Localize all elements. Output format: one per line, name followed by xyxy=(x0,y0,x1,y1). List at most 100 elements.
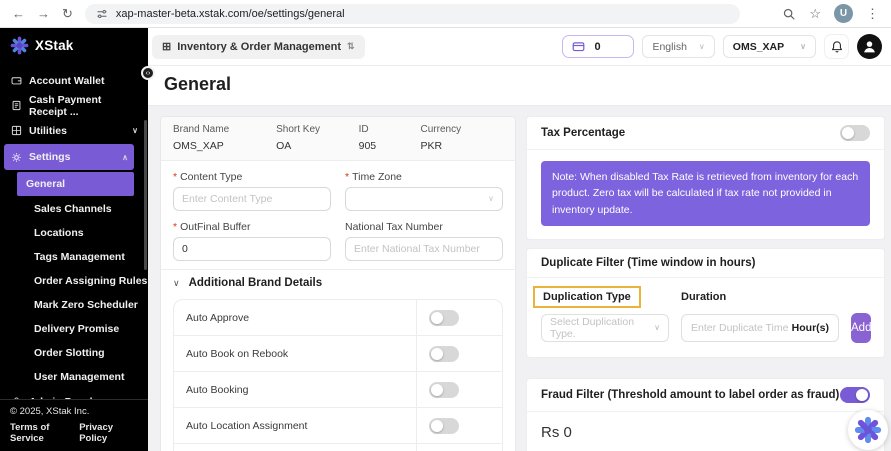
fraud-filter-toggle[interactable] xyxy=(840,387,870,403)
sidebar-scrollbar[interactable] xyxy=(144,120,147,270)
sidebar-footer: © 2025, XStak Inc. Terms of Service Priv… xyxy=(0,399,148,451)
auto-book-on-rebook-toggle[interactable] xyxy=(429,346,459,362)
sidebar-item-admin-panel[interactable]: Admin Panel ∨ xyxy=(0,389,148,399)
required-marker: * xyxy=(173,221,177,233)
tax-percentage-toggle[interactable] xyxy=(840,125,870,141)
time-zone-field: *Time Zone ∨ xyxy=(345,171,503,211)
toggle-label xyxy=(174,444,416,451)
short-key-label: Short Key xyxy=(276,124,359,135)
app-switcher[interactable]: ⊞ Inventory & Order Management ⇅ xyxy=(152,35,365,59)
sidebar-subitem-mark-zero-scheduler[interactable]: Mark Zero Scheduler xyxy=(0,293,148,317)
national-tax-label-text: National Tax Number xyxy=(345,221,443,233)
sidebar-item-label: Settings xyxy=(29,151,70,163)
sidebar-subitem-order-assigning-rules[interactable]: Order Assigning Rules xyxy=(0,269,148,293)
national-tax-input[interactable] xyxy=(345,237,503,261)
content-type-field: *Content Type xyxy=(173,171,331,211)
fraud-filter-card: Fraud Filter (Threshold amount to label … xyxy=(526,378,885,451)
tax-percentage-card: Tax Percentage Note: When disabled Tax R… xyxy=(526,116,885,240)
person-icon xyxy=(861,38,878,55)
toggle-label: Auto Approve xyxy=(174,300,416,335)
refresh-icon[interactable]: ↻ xyxy=(62,7,73,20)
user-avatar[interactable] xyxy=(857,34,882,59)
gear-icon xyxy=(10,152,22,163)
brand-name-value: OMS_XAP xyxy=(173,140,276,152)
time-zone-select[interactable]: ∨ xyxy=(345,187,503,211)
zoom-icon[interactable] xyxy=(782,7,796,21)
sidebar-subitem-order-slotting[interactable]: Order Slotting xyxy=(0,341,148,365)
duration-input-group: Hour(s) xyxy=(681,314,839,342)
sidebar-item-cash-payment-receipt[interactable]: Cash Payment Receipt ... xyxy=(0,93,148,118)
additional-brand-details-title: Additional Brand Details xyxy=(189,277,323,289)
org-value: OMS_XAP xyxy=(733,41,784,53)
sidebar-subitem-sales-channels[interactable]: Sales Channels xyxy=(0,197,148,221)
language-value: English xyxy=(652,41,686,53)
notifications-button[interactable] xyxy=(824,34,849,59)
auto-approve-toggle[interactable] xyxy=(429,310,459,326)
browser-profile-avatar[interactable]: U xyxy=(834,4,853,23)
sidebar-subitem-user-management[interactable]: User Management xyxy=(0,365,148,389)
browser-menu-icon[interactable]: ⋮ xyxy=(866,7,879,20)
sidebar-subitem-locations[interactable]: Locations xyxy=(0,221,148,245)
duration-input[interactable] xyxy=(691,322,788,334)
language-select[interactable]: English ∨ xyxy=(642,35,714,58)
page-title: General xyxy=(148,66,891,106)
brand-name-label: Brand Name xyxy=(173,124,276,135)
sort-arrows-icon: ⇅ xyxy=(347,41,355,52)
xstak-floating-button[interactable] xyxy=(848,410,888,450)
terms-link[interactable]: Terms of Service xyxy=(10,422,79,444)
sidebar-item-account-wallet[interactable]: Account Wallet xyxy=(0,68,148,93)
brand-info-cell: ID 905 xyxy=(359,124,421,152)
xstak-logo-icon xyxy=(10,36,29,55)
duplicate-filter-title: Duplicate Filter (Time window in hours) xyxy=(541,257,755,269)
bookmark-star-icon[interactable]: ☆ xyxy=(809,7,821,20)
main-area: ⊞ Inventory & Order Management ⇅ 0 Engli… xyxy=(148,28,891,451)
page-content: Brand Name OMS_XAP Short Key OA ID 905 C… xyxy=(148,106,891,451)
auto-location-assignment-toggle[interactable] xyxy=(429,418,459,434)
auto-booking-toggle[interactable] xyxy=(429,382,459,398)
outfinal-buffer-input[interactable] xyxy=(173,237,331,261)
forward-icon[interactable]: → xyxy=(37,7,50,20)
chevron-down-icon: ∨ xyxy=(800,42,806,51)
wallet-icon xyxy=(572,40,585,53)
currency-label: Currency xyxy=(421,124,504,135)
duration-label: Duration xyxy=(681,291,870,303)
org-select[interactable]: OMS_XAP ∨ xyxy=(723,35,816,58)
short-key-value: OA xyxy=(276,140,359,152)
brand-info-cell: Brand Name OMS_XAP xyxy=(173,124,276,152)
tax-note: Note: When disabled Tax Rate is retrieve… xyxy=(541,161,870,226)
sidebar-subitem-delivery-promise[interactable]: Delivery Promise xyxy=(0,317,148,341)
time-zone-label: *Time Zone xyxy=(345,171,503,183)
privacy-link[interactable]: Privacy Policy xyxy=(79,422,138,444)
sidebar-subitem-tags-management[interactable]: Tags Management xyxy=(0,245,148,269)
toggle-row-auto-booking: Auto Booking xyxy=(174,372,502,408)
wallet-balance-value: 0 xyxy=(594,41,600,53)
utilities-icon xyxy=(10,125,22,136)
site-settings-icon xyxy=(96,8,108,20)
wallet-icon xyxy=(10,75,22,86)
content-type-input[interactable] xyxy=(173,187,331,211)
additional-brand-details-header[interactable]: ∨ Additional Brand Details xyxy=(161,269,515,296)
sidebar-subitem-general[interactable]: General xyxy=(17,172,134,196)
sidebar-item-settings[interactable]: Settings ∧ xyxy=(4,144,134,170)
sidebar-item-label: Cash Payment Receipt ... xyxy=(29,94,138,118)
chevron-down-icon: ∨ xyxy=(488,194,494,203)
duplication-type-label-highlight: Duplication Type xyxy=(533,286,641,308)
url-text: xap-master-beta.xstak.com/oe/settings/ge… xyxy=(116,8,345,20)
wallet-balance-badge[interactable]: 0 xyxy=(562,35,634,58)
duplication-type-select[interactable]: Select Duplication Type. ∨ xyxy=(541,314,669,342)
app-topbar: ⊞ Inventory & Order Management ⇅ 0 Engli… xyxy=(148,28,891,66)
duplication-type-placeholder: Select Duplication Type. xyxy=(550,316,654,340)
required-marker: * xyxy=(173,171,177,183)
duration-unit-label: Hour(s) xyxy=(792,322,829,334)
back-icon[interactable]: ← xyxy=(12,7,25,20)
xstak-logo[interactable]: XStak xyxy=(0,28,148,64)
section-chevron-icon: ∨ xyxy=(173,278,180,289)
chevron-down-icon: ∨ xyxy=(132,126,138,135)
sidebar-item-utilities[interactable]: Utilities ∨ xyxy=(0,118,148,143)
browser-toolbar: ← → ↻ xap-master-beta.xstak.com/oe/setti… xyxy=(0,0,891,28)
address-bar[interactable]: xap-master-beta.xstak.com/oe/settings/ge… xyxy=(85,4,740,24)
add-button[interactable]: Add xyxy=(851,313,871,343)
filters-column: Tax Percentage Note: When disabled Tax R… xyxy=(526,116,885,451)
brand-info-strip: Brand Name OMS_XAP Short Key OA ID 905 C… xyxy=(161,117,515,161)
sidebar-collapse-button[interactable]: ‹› xyxy=(141,66,155,80)
